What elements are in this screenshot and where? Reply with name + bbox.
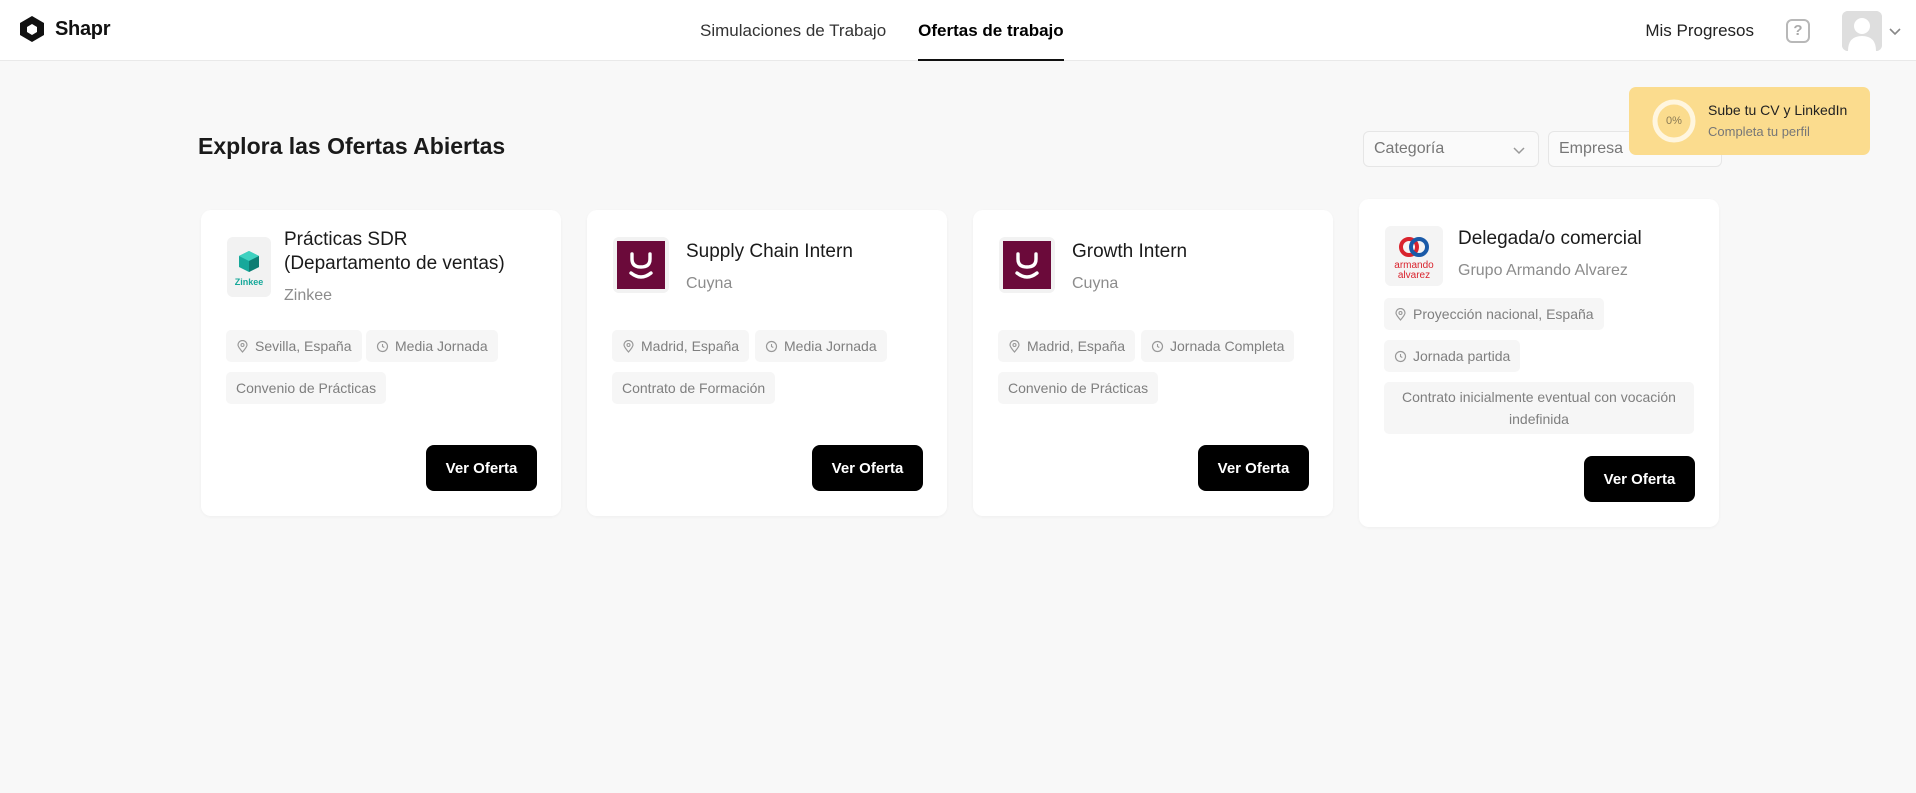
profile-completion-toast[interactable]: 0% Sube tu CV y LinkedIn Completa tu per… xyxy=(1629,87,1870,155)
ver-oferta-button[interactable]: Ver Oferta xyxy=(1198,445,1309,491)
clock-icon xyxy=(1151,340,1164,352)
contract-tag: Convenio de Prácticas xyxy=(226,372,387,404)
location-text: Proyección nacional, España xyxy=(1413,306,1594,322)
schedule-tag: Jornada Completa xyxy=(1141,330,1295,362)
location-text: Madrid, España xyxy=(641,338,740,354)
job-title: Supply Chain Intern xyxy=(686,241,853,262)
cuyna-smile-icon xyxy=(1015,252,1039,279)
schedule-text: Jornada partida xyxy=(1413,348,1511,364)
brand-name: Shapr xyxy=(55,17,111,40)
job-title-line-1: Prácticas SDR xyxy=(284,229,408,250)
job-card: armando alvarez Delegada/o comercial Gru… xyxy=(1359,199,1719,527)
location-text: Madrid, España xyxy=(1027,338,1126,354)
top-navigation-bar: Shapr Simulaciones de Trabajo Ofertas de… xyxy=(0,0,1916,61)
question-icon[interactable]: ? xyxy=(1786,18,1810,43)
job-card: Supply Chain Intern Cuyna Madrid, España… xyxy=(587,210,947,516)
company-name: Grupo Armando Alvarez xyxy=(1458,262,1628,279)
main-nav: Simulaciones de Trabajo Ofertas de traba… xyxy=(700,0,1064,61)
location-text: Sevilla, España xyxy=(255,338,352,354)
company-filter-label: Empresa xyxy=(1559,140,1624,157)
location-pin-icon xyxy=(1009,339,1020,353)
location-tag: Madrid, España xyxy=(998,330,1136,362)
zinkee-cube-icon: Zinkee xyxy=(235,251,264,287)
location-pin-icon xyxy=(237,339,248,353)
tab-ofertas[interactable]: Ofertas de trabajo xyxy=(918,0,1064,61)
contract-text: Convenio de Prácticas xyxy=(1008,380,1149,396)
job-title: Prácticas SDR (Departamento de ventas) xyxy=(284,228,505,276)
job-card: Zinkee Prácticas SDR (Departamento de ve… xyxy=(201,210,561,516)
contract-text: Contrato inicialmente eventual con vocac… xyxy=(1402,389,1676,427)
clock-icon xyxy=(1394,350,1407,362)
location-pin-icon xyxy=(1395,307,1406,321)
company-logo: Zinkee xyxy=(227,237,271,297)
cuyna-logo-tile xyxy=(1003,241,1051,289)
toast-title: Sube tu CV y LinkedIn xyxy=(1708,102,1848,118)
zinkee-logo-text: Zinkee xyxy=(235,277,264,287)
company-logo xyxy=(613,237,669,293)
schedule-text: Media Jornada xyxy=(395,338,488,354)
ver-oferta-button[interactable]: Ver Oferta xyxy=(1584,456,1695,502)
location-tag: Sevilla, España xyxy=(226,330,362,362)
contract-tag: Contrato inicialmente eventual con vocac… xyxy=(1384,382,1694,434)
location-pin-icon xyxy=(623,339,634,353)
user-menu[interactable] xyxy=(1842,10,1902,51)
mis-progresos-link[interactable]: Mis Progresos xyxy=(1645,21,1754,41)
cuyna-logo-tile xyxy=(617,241,665,289)
clock-icon xyxy=(376,340,389,352)
contract-tag: Convenio de Prácticas xyxy=(998,372,1159,404)
chevron-down-icon xyxy=(1889,27,1901,35)
location-tag: Madrid, España xyxy=(612,330,750,362)
chevron-down-icon xyxy=(1513,147,1525,155)
schedule-tag: Media Jornada xyxy=(755,330,887,362)
ver-oferta-button[interactable]: Ver Oferta xyxy=(812,445,923,491)
page-title: Explora las Ofertas Abiertas xyxy=(198,133,506,159)
company-name: Cuyna xyxy=(686,275,733,292)
schedule-text: Jornada Completa xyxy=(1170,338,1285,354)
toast-subtitle: Completa tu perfil xyxy=(1708,124,1810,139)
category-filter[interactable]: Categoría xyxy=(1363,131,1539,167)
shapr-hexagon-icon xyxy=(20,16,44,42)
schedule-text: Media Jornada xyxy=(784,338,877,354)
schedule-tag: Media Jornada xyxy=(366,330,498,362)
cuyna-smile-icon xyxy=(629,252,653,279)
logo-text-alvarez: alvarez xyxy=(1398,270,1430,281)
question-glyph: ? xyxy=(1793,22,1803,39)
contract-text: Convenio de Prácticas xyxy=(236,380,377,396)
clock-icon xyxy=(765,340,778,352)
category-filter-label: Categoría xyxy=(1374,140,1445,157)
company-logo xyxy=(999,237,1055,293)
location-tag: Proyección nacional, España xyxy=(1384,298,1604,330)
company-name: Zinkee xyxy=(284,287,333,304)
job-title: Delegada/o comercial xyxy=(1458,228,1642,249)
header-actions: Mis Progresos ? xyxy=(1645,0,1916,61)
avatar xyxy=(1842,10,1882,51)
user-silhouette-icon xyxy=(1842,10,1882,51)
company-logo: armando alvarez xyxy=(1385,226,1443,286)
contract-tag: Contrato de Formación xyxy=(612,372,776,404)
contract-text: Contrato de Formación xyxy=(622,380,766,396)
schedule-tag: Jornada partida xyxy=(1384,340,1521,372)
armando-alvarez-logo: armando alvarez xyxy=(1394,237,1434,281)
ver-oferta-button[interactable]: Ver Oferta xyxy=(426,445,537,491)
job-card: Growth Intern Cuyna Madrid, España Jorna… xyxy=(973,210,1333,516)
job-title-line-2: (Departamento de ventas) xyxy=(284,253,505,274)
job-title: Growth Intern xyxy=(1072,241,1188,262)
tab-simulaciones[interactable]: Simulaciones de Trabajo xyxy=(700,0,886,61)
brand-logo[interactable]: Shapr xyxy=(19,15,110,43)
company-name: Cuyna xyxy=(1072,275,1119,292)
progress-percent: 0% xyxy=(1666,115,1682,127)
